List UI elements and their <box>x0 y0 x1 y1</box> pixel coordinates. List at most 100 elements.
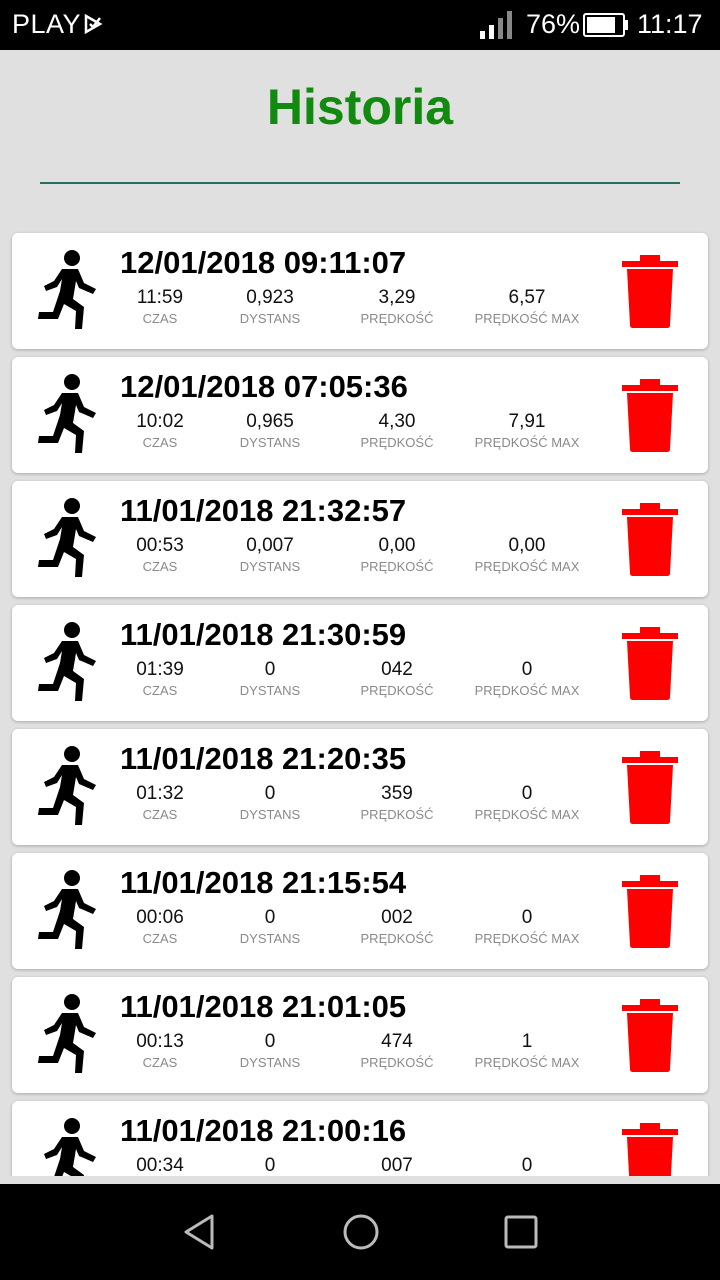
max-speed-value: 0 <box>521 907 533 928</box>
runner-icon <box>32 1117 102 1176</box>
stat-max-speed: 0PRĘDKOŚĆ MAX <box>472 1155 582 1176</box>
time-label: CZAS <box>142 931 178 946</box>
speed-value: 042 <box>381 659 413 680</box>
history-card[interactable]: 12/01/2018 07:05:36 10:02 CZAS 0,965 DYSTANS… <box>12 357 708 473</box>
battery-icon <box>583 13 628 37</box>
run-date: 11/01/2018 21:15:54 <box>120 865 407 900</box>
delete-icon[interactable] <box>620 1121 680 1176</box>
speed-value: 3,29 <box>378 287 416 308</box>
time-value: 01:32 <box>136 783 184 804</box>
recents-icon[interactable] <box>501 1212 541 1252</box>
stat-max-speed: 7,91 PRĘDKOŚĆ MAX <box>472 411 582 453</box>
stat-distance: 0,923 DYSTANS <box>234 287 306 329</box>
stat-time: 01:39 CZAS <box>130 659 190 701</box>
speed-label: PRĘDKOŚĆ <box>360 931 434 946</box>
history-card[interactable]: 11/01/2018 21:30:59 01:39 CZAS 0 DYSTANS 042 P… <box>12 605 708 721</box>
history-card[interactable]: 11/01/2018 21:01:05 00:13 CZAS 0 DYSTANS 474 P… <box>12 977 708 1093</box>
history-card[interactable]: 11/01/2018 21:32:57 00:53 CZAS 0,007 DYSTANS… <box>12 481 708 597</box>
stat-distance: 0DYSTANS <box>234 1155 306 1176</box>
max-speed-label: PRĘDKOŚĆ MAX <box>474 931 580 946</box>
distance-value: 0 <box>264 907 276 928</box>
delete-icon[interactable] <box>620 873 680 949</box>
max-speed-label: PRĘDKOŚĆ MAX <box>474 559 580 574</box>
delete-icon[interactable] <box>620 377 680 453</box>
home-icon[interactable] <box>341 1212 381 1252</box>
run-date: 12/01/2018 07:05:36 <box>120 369 408 404</box>
time-value: 00:53 <box>136 535 184 556</box>
stat-speed: 042 PRĘDKOŚĆ <box>354 659 440 701</box>
run-date: 11/01/2018 21:00:16 <box>120 1113 407 1148</box>
max-speed-value: 0,00 <box>508 535 546 556</box>
distance-label: DYSTANS <box>239 559 301 574</box>
distance-value: 0 <box>264 659 276 680</box>
history-card[interactable]: 11/01/2018 21:15:54 00:06 CZAS 0 DYSTANS 002 P… <box>12 853 708 969</box>
stat-distance: 0,965 DYSTANS <box>234 411 306 453</box>
delete-icon[interactable] <box>620 625 680 701</box>
runner-icon <box>32 249 102 335</box>
back-icon[interactable] <box>180 1212 220 1252</box>
stat-max-speed: 0 PRĘDKOŚĆ MAX <box>472 907 582 949</box>
delete-icon[interactable] <box>620 997 680 1073</box>
stat-time: 00:13 CZAS <box>130 1031 190 1073</box>
stat-speed: 002 PRĘDKOŚĆ <box>354 907 440 949</box>
stat-max-speed: 1 PRĘDKOŚĆ MAX <box>472 1031 582 1073</box>
speed-value: 007 <box>381 1155 413 1176</box>
stat-time: 00:53 CZAS <box>130 535 190 577</box>
history-card[interactable]: 11/01/2018 21:00:16 00:34CZAS 0DYSTANS 007P… <box>12 1101 708 1176</box>
speed-value: 359 <box>381 783 413 804</box>
run-date: 11/01/2018 21:20:35 <box>120 741 407 776</box>
speed-value: 002 <box>381 907 413 928</box>
runner-icon <box>32 497 102 583</box>
stat-speed: 007PRĘDKOŚĆ <box>354 1155 440 1176</box>
signal-icon <box>480 11 512 39</box>
distance-label: DYSTANS <box>239 1055 301 1070</box>
stat-time: 01:32 CZAS <box>130 783 190 825</box>
stat-max-speed: 0 PRĘDKOŚĆ MAX <box>472 659 582 701</box>
runner-icon <box>32 993 102 1079</box>
delete-icon[interactable] <box>620 749 680 825</box>
stat-speed: 474 PRĘDKOŚĆ <box>354 1031 440 1073</box>
distance-label: DYSTANS <box>239 683 301 698</box>
max-speed-label: PRĘDKOŚĆ MAX <box>474 683 580 698</box>
stat-distance: 0DYSTANS <box>234 783 306 825</box>
max-speed-label: PRĘDKOŚĆ MAX <box>474 1055 580 1070</box>
distance-value: 0,965 <box>246 411 294 432</box>
max-speed-label: PRĘDKOŚĆ MAX <box>474 807 580 822</box>
clock: 11:17 <box>637 9 703 39</box>
delete-icon[interactable] <box>620 501 680 577</box>
time-value: 10:02 <box>136 411 184 432</box>
battery-percent: 76% <box>526 9 581 39</box>
distance-label: DYSTANS <box>239 311 301 326</box>
time-label: CZAS <box>142 435 178 450</box>
runner-icon <box>32 621 102 707</box>
history-card[interactable]: 11/01/2018 21:20:35 01:32 CZAS 0 DYSTANS 359 P… <box>12 729 708 845</box>
stat-distance: 0DYSTANS <box>234 907 306 949</box>
time-value: 01:39 <box>136 659 184 680</box>
distance-label: DYSTANS <box>239 807 301 822</box>
speed-label: PRĘDKOŚĆ <box>360 807 434 822</box>
runner-icon <box>32 373 102 459</box>
time-value: 00:34 <box>136 1155 184 1176</box>
title-divider <box>40 182 680 184</box>
stat-speed: 359 PRĘDKOŚĆ <box>354 783 440 825</box>
stat-speed: 4,30 PRĘDKOŚĆ <box>354 411 440 453</box>
time-value: 11:59 <box>136 287 184 308</box>
history-card[interactable]: 12/01/2018 09:11:07 11:59 CZAS 0,923 DYSTANS… <box>12 233 708 349</box>
distance-value: 0,007 <box>246 535 294 556</box>
run-date: 11/01/2018 21:30:59 <box>120 617 407 652</box>
delete-icon[interactable] <box>620 253 680 329</box>
speed-label: PRĘDKOŚĆ <box>360 311 434 326</box>
max-speed-value: 0 <box>521 783 533 804</box>
carrier-name: PLAY <box>12 9 82 39</box>
time-value: 00:06 <box>136 907 184 928</box>
speed-value: 4,30 <box>378 411 416 432</box>
runner-icon <box>32 745 102 831</box>
speed-value: 474 <box>381 1031 413 1052</box>
time-label: CZAS <box>142 807 178 822</box>
max-speed-value: 0 <box>521 659 533 680</box>
run-date: 11/01/2018 21:32:57 <box>120 493 407 528</box>
distance-value: 0 <box>264 1031 276 1052</box>
speed-label: PRĘDKOŚĆ <box>360 559 434 574</box>
stat-distance: 0,007 DYSTANS <box>234 535 306 577</box>
history-list[interactable]: 12/01/2018 09:11:07 11:59 CZAS 0,923 DYSTANS… <box>0 224 720 1176</box>
